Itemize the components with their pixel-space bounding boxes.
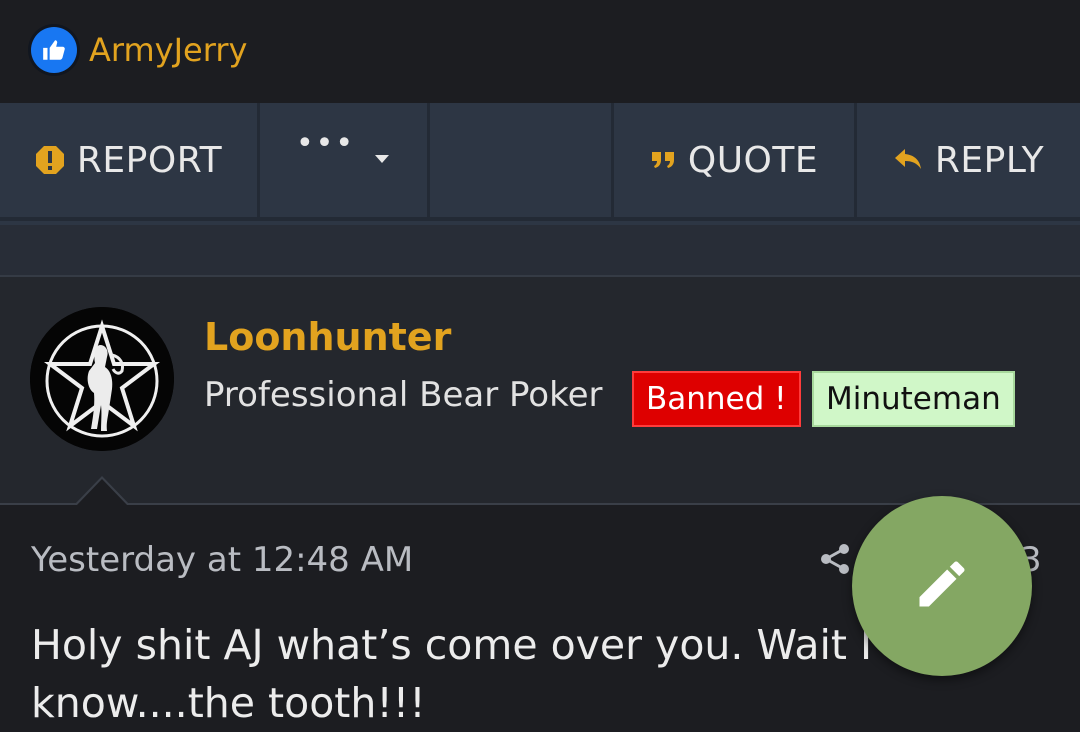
avatar[interactable] xyxy=(30,307,174,451)
post-username[interactable]: Loonhunter xyxy=(204,315,451,359)
report-button[interactable]: REPORT xyxy=(0,103,260,221)
post-action-bar: REPORT ••• QUOTE REPLY xyxy=(0,103,1080,225)
quote-button[interactable]: QUOTE xyxy=(614,103,857,221)
post-timestamp[interactable]: Yesterday at 12:48 AM xyxy=(31,540,413,580)
warning-icon xyxy=(35,145,65,175)
more-dots-icon: ••• xyxy=(295,126,356,161)
message-pointer-fill xyxy=(76,479,128,506)
minuteman-banner: Minuteman xyxy=(812,371,1015,427)
reply-label: REPLY xyxy=(934,139,1045,181)
user-title: Professional Bear Poker xyxy=(204,375,603,415)
report-label: REPORT xyxy=(76,139,223,181)
reaction-username[interactable]: ArmyJerry xyxy=(89,26,247,74)
quote-label: QUOTE xyxy=(687,139,819,181)
share-icon[interactable] xyxy=(818,542,852,580)
more-options-button[interactable]: ••• xyxy=(260,103,430,221)
quote-icon xyxy=(650,148,676,172)
reply-button[interactable]: REPLY xyxy=(857,103,1080,221)
compose-fab[interactable] xyxy=(852,496,1032,676)
reaction-summary[interactable]: ArmyJerry xyxy=(0,0,1080,103)
banned-banner: Banned ! xyxy=(632,371,801,427)
reply-icon xyxy=(893,147,923,173)
chevron-down-icon xyxy=(373,133,391,174)
pencil-icon xyxy=(912,554,972,618)
action-bar-spacer xyxy=(430,103,614,221)
thumbs-up-icon xyxy=(31,27,77,73)
section-divider xyxy=(0,225,1080,277)
post-user-info: Loonhunter Professional Bear Poker Banne… xyxy=(0,277,1080,505)
